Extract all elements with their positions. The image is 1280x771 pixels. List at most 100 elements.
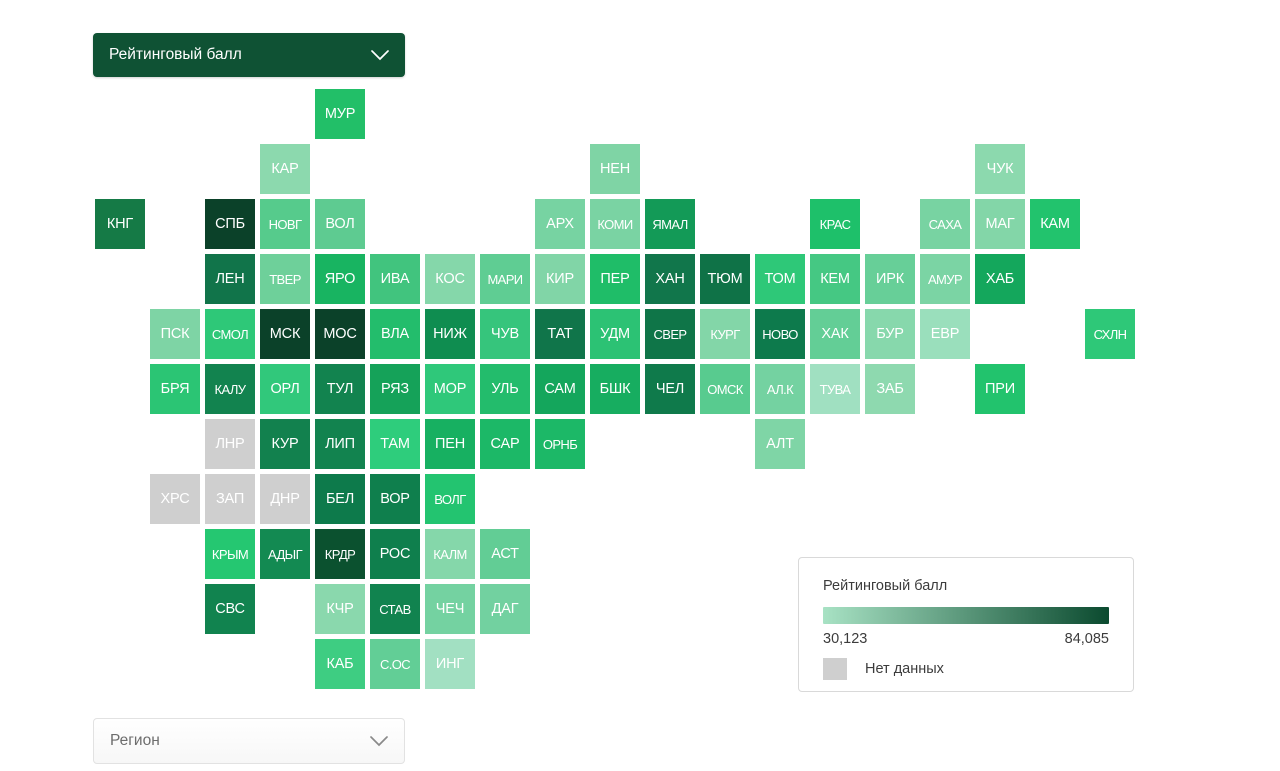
map-tile-крдр[interactable]: КРДР [315, 529, 365, 579]
map-tile-мур[interactable]: МУР [315, 89, 365, 139]
map-tile-алк[interactable]: АЛ.К [755, 364, 805, 414]
map-tile-ямал[interactable]: ЯМАЛ [645, 199, 695, 249]
map-tile-аст[interactable]: АСТ [480, 529, 530, 579]
map-tile-label: НОВО [762, 326, 798, 342]
map-tile-волг[interactable]: ВОЛГ [425, 474, 475, 524]
map-tile-инг[interactable]: ИНГ [425, 639, 475, 689]
map-tile-хан[interactable]: ХАН [645, 254, 695, 304]
map-tile-хак[interactable]: ХАК [810, 309, 860, 359]
map-tile-каб[interactable]: КАБ [315, 639, 365, 689]
map-tile-пер[interactable]: ПЕР [590, 254, 640, 304]
map-tile-бря[interactable]: БРЯ [150, 364, 200, 414]
map-tile-кос[interactable]: КОС [425, 254, 475, 304]
map-tile-label: МОР [433, 380, 467, 397]
map-tile-чув[interactable]: ЧУВ [480, 309, 530, 359]
map-tile-чук[interactable]: ЧУК [975, 144, 1025, 194]
map-tile-тува[interactable]: ТУВА [810, 364, 860, 414]
map-tile-мари[interactable]: МАРИ [480, 254, 530, 304]
map-tile-яро[interactable]: ЯРО [315, 254, 365, 304]
map-tile-мос[interactable]: МОС [315, 309, 365, 359]
map-tile-ива[interactable]: ИВА [370, 254, 420, 304]
map-tile-лип[interactable]: ЛИП [315, 419, 365, 469]
map-tile-свс[interactable]: СВС [205, 584, 255, 634]
map-tile-мор[interactable]: МОР [425, 364, 475, 414]
map-tile-пен[interactable]: ПЕН [425, 419, 475, 469]
map-tile-кчр[interactable]: КЧР [315, 584, 365, 634]
map-tile-кнг[interactable]: КНГ [95, 199, 145, 249]
map-tile-бур[interactable]: БУР [865, 309, 915, 359]
map-tile-кем[interactable]: КЕМ [810, 254, 860, 304]
map-tile-алт[interactable]: АЛТ [755, 419, 805, 469]
map-tile-label: ОМСК [707, 381, 743, 397]
map-tile-схлн[interactable]: СХЛН [1085, 309, 1135, 359]
map-tile-кар[interactable]: КАР [260, 144, 310, 194]
map-tile-ново[interactable]: НОВО [755, 309, 805, 359]
map-tile-label: РОС [379, 545, 411, 562]
map-tile-кург[interactable]: КУРГ [700, 309, 750, 359]
map-tile-пск[interactable]: ПСК [150, 309, 200, 359]
map-tile-хаб[interactable]: ХАБ [975, 254, 1025, 304]
map-tile-орнб[interactable]: ОРНБ [535, 419, 585, 469]
map-tile-удм[interactable]: УДМ [590, 309, 640, 359]
map-tile-твер[interactable]: ТВЕР [260, 254, 310, 304]
map-tile-амур[interactable]: АМУР [920, 254, 970, 304]
map-tile-мск[interactable]: МСК [260, 309, 310, 359]
map-tile-сам[interactable]: САМ [535, 364, 585, 414]
map-tile-новг[interactable]: НОВГ [260, 199, 310, 249]
map-tile-свер[interactable]: СВЕР [645, 309, 695, 359]
map-tile-label: КАБ [326, 655, 354, 672]
map-tile-label: МСК [269, 325, 301, 342]
map-tile-заб[interactable]: ЗАБ [865, 364, 915, 414]
map-tile-ряз[interactable]: РЯЗ [370, 364, 420, 414]
map-tile-label: ЧЕЛ [655, 380, 685, 397]
map-tile-вла[interactable]: ВЛА [370, 309, 420, 359]
map-tile-тул[interactable]: ТУЛ [315, 364, 365, 414]
map-tile-коми[interactable]: КОМИ [590, 199, 640, 249]
map-tile-сос[interactable]: С.ОС [370, 639, 420, 689]
map-tile-калу[interactable]: КАЛУ [205, 364, 255, 414]
map-tile-омск[interactable]: ОМСК [700, 364, 750, 414]
map-tile-маг[interactable]: МАГ [975, 199, 1025, 249]
region-select-dropdown[interactable]: Регион [93, 718, 405, 764]
map-tile-калм[interactable]: КАЛМ [425, 529, 475, 579]
map-tile-днр[interactable]: ДНР [260, 474, 310, 524]
map-tile-смол[interactable]: СМОЛ [205, 309, 255, 359]
map-tile-при[interactable]: ПРИ [975, 364, 1025, 414]
map-tile-лнр[interactable]: ЛНР [205, 419, 255, 469]
map-tile-бшк[interactable]: БШК [590, 364, 640, 414]
map-tile-label: МУР [324, 105, 356, 122]
map-tile-даг[interactable]: ДАГ [480, 584, 530, 634]
map-tile-арх[interactable]: АРХ [535, 199, 585, 249]
map-tile-label: АСТ [491, 545, 519, 562]
map-tile-спб[interactable]: СПБ [205, 199, 255, 249]
map-tile-вол[interactable]: ВОЛ [315, 199, 365, 249]
map-tile-там[interactable]: ТАМ [370, 419, 420, 469]
legend-color-ramp [823, 607, 1109, 624]
map-tile-ирк[interactable]: ИРК [865, 254, 915, 304]
map-tile-евр[interactable]: ЕВР [920, 309, 970, 359]
map-tile-лен[interactable]: ЛЕН [205, 254, 255, 304]
map-tile-вор[interactable]: ВОР [370, 474, 420, 524]
map-tile-сар[interactable]: САР [480, 419, 530, 469]
map-tile-ниж[interactable]: НИЖ [425, 309, 475, 359]
map-tile-кур[interactable]: КУР [260, 419, 310, 469]
map-tile-тат[interactable]: ТАТ [535, 309, 585, 359]
map-tile-бел[interactable]: БЕЛ [315, 474, 365, 524]
map-tile-том[interactable]: ТОМ [755, 254, 805, 304]
map-tile-рос[interactable]: РОС [370, 529, 420, 579]
map-tile-адыг[interactable]: АДЫГ [260, 529, 310, 579]
map-tile-тюм[interactable]: ТЮМ [700, 254, 750, 304]
map-tile-став[interactable]: СТАВ [370, 584, 420, 634]
map-tile-хрс[interactable]: ХРС [150, 474, 200, 524]
map-tile-нен[interactable]: НЕН [590, 144, 640, 194]
map-tile-уль[interactable]: УЛЬ [480, 364, 530, 414]
map-tile-кам[interactable]: КАМ [1030, 199, 1080, 249]
map-tile-чел[interactable]: ЧЕЛ [645, 364, 695, 414]
map-tile-крас[interactable]: КРАС [810, 199, 860, 249]
map-tile-чеч[interactable]: ЧЕЧ [425, 584, 475, 634]
map-tile-крым[interactable]: КРЫМ [205, 529, 255, 579]
map-tile-саха[interactable]: САХА [920, 199, 970, 249]
map-tile-кир[interactable]: КИР [535, 254, 585, 304]
map-tile-орл[interactable]: ОРЛ [260, 364, 310, 414]
map-tile-зап[interactable]: ЗАП [205, 474, 255, 524]
